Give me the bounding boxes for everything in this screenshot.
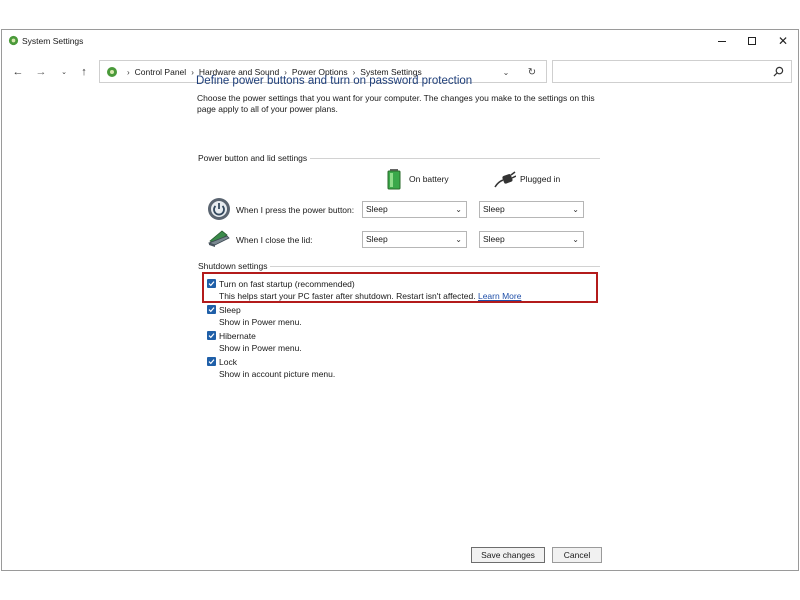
sleep-option: Sleep Show in Power menu. [207, 304, 302, 328]
checkmark-icon [208, 333, 215, 339]
power-button-label: When I press the power button: [236, 205, 355, 215]
breadcrumb-separator: › [191, 67, 194, 77]
lock-option: Lock Show in account picture menu. [207, 356, 335, 380]
save-changes-button[interactable]: Save changes [471, 547, 545, 563]
chevron-down-icon: ⌄ [455, 205, 462, 214]
refresh-button[interactable]: ↻ [526, 66, 538, 78]
hibernate-checkbox[interactable] [207, 331, 216, 340]
hibernate-subtext: Show in Power menu. [219, 343, 302, 353]
power-plug-icon [494, 171, 516, 188]
close-icon: ✕ [777, 34, 789, 48]
minimize-icon [718, 40, 726, 42]
close-lid-label: When I close the lid: [236, 235, 313, 245]
power-button-plugged-value: Sleep [483, 204, 505, 214]
recent-locations-button[interactable]: ⌄ [56, 64, 72, 80]
plugged-in-label: Plugged in [520, 174, 561, 184]
on-battery-label: On battery [409, 174, 449, 184]
lock-checkbox[interactable] [207, 357, 216, 366]
arrow-left-icon: ← [12, 66, 24, 78]
arrow-right-icon: → [35, 66, 47, 78]
laptop-lid-icon [207, 230, 230, 247]
lock-subtext: Show in account picture menu. [219, 369, 336, 379]
learn-more-link[interactable]: Learn More [478, 291, 521, 301]
refresh-icon: ↻ [527, 66, 537, 78]
chevron-down-icon: ⌄ [572, 205, 579, 214]
fast-startup-subtext: This helps start your PC faster after sh… [219, 291, 476, 301]
sleep-subtext: Show in Power menu. [219, 317, 302, 327]
close-lid-plugged-select[interactable]: Sleep ⌄ [479, 231, 584, 248]
shutdown-section-label: Shutdown settings [198, 261, 271, 271]
breadcrumb-control-panel[interactable]: Control Panel [135, 67, 187, 77]
title-bar: System Settings ✕ [2, 30, 798, 52]
search-input[interactable] [552, 60, 792, 83]
page-title: Define power buttons and turn on passwor… [196, 75, 473, 87]
close-lid-battery-value: Sleep [366, 234, 388, 244]
on-battery-column: On battery [383, 168, 449, 190]
close-lid-battery-select[interactable]: Sleep ⌄ [362, 231, 467, 248]
chevron-down-icon: ⌄ [61, 69, 67, 76]
back-button[interactable]: ← [10, 64, 26, 80]
breadcrumb-separator: › [127, 67, 130, 77]
minimize-button[interactable] [709, 32, 735, 50]
maximize-icon [748, 37, 756, 45]
search-icon [773, 66, 784, 77]
forward-button[interactable]: → [33, 64, 49, 80]
checkmark-icon [208, 307, 215, 313]
checkmark-icon [208, 281, 215, 287]
fast-startup-option: Turn on fast startup (recommended) This … [207, 278, 521, 302]
page-description: Choose the power settings that you want … [197, 93, 595, 114]
fast-startup-description: This helps start your PC faster after sh… [219, 290, 521, 302]
checkmark-icon [208, 359, 215, 365]
address-history-button[interactable]: ⌄ [500, 66, 512, 78]
power-button-battery-value: Sleep [366, 204, 388, 214]
hibernate-title: Hibernate [219, 331, 256, 341]
plugged-in-column: Plugged in [494, 168, 560, 190]
power-section-label: Power button and lid settings [198, 153, 311, 163]
maximize-button[interactable] [739, 32, 765, 50]
power-button-plugged-select[interactable]: Sleep ⌄ [479, 201, 584, 218]
cancel-button[interactable]: Cancel [552, 547, 602, 563]
window-title: System Settings [22, 36, 84, 46]
battery-icon [387, 169, 401, 190]
close-button[interactable]: ✕ [770, 32, 796, 50]
arrow-up-icon: ↑ [81, 66, 87, 78]
close-lid-plugged-value: Sleep [483, 234, 505, 244]
control-panel-icon [107, 67, 117, 77]
power-button-battery-select[interactable]: Sleep ⌄ [362, 201, 467, 218]
fast-startup-checkbox[interactable] [207, 279, 216, 288]
power-button-icon [208, 198, 230, 220]
hibernate-option: Hibernate Show in Power menu. [207, 330, 302, 354]
fast-startup-title: Turn on fast startup (recommended) [219, 279, 355, 289]
lock-title: Lock [219, 357, 237, 367]
chevron-down-icon: ⌄ [502, 67, 510, 77]
chevron-down-icon: ⌄ [572, 235, 579, 244]
sleep-title: Sleep [219, 305, 241, 315]
up-button[interactable]: ↑ [76, 64, 92, 80]
sleep-checkbox[interactable] [207, 305, 216, 314]
chevron-down-icon: ⌄ [455, 235, 462, 244]
control-panel-icon [8, 35, 19, 46]
